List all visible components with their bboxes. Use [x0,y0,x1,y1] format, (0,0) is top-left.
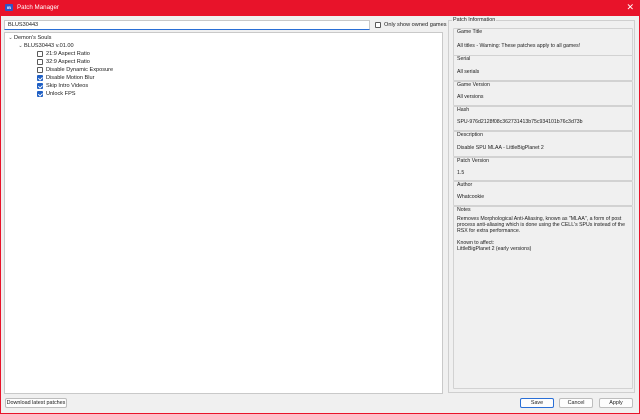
owned-games-toggle[interactable]: Only show owned games [375,21,447,29]
game-version-label: Game Version [457,82,490,88]
download-latest-patches-button[interactable]: Download latest patches [5,398,67,408]
author-label: Author [457,182,473,188]
description-label: Description [457,132,483,138]
patch-label: 32:9 Aspect Ratio [46,59,90,65]
tree-item-patch[interactable]: Unlock FPS [37,90,76,98]
patch-label: Skip Intro Videos [46,83,89,89]
patch-information-title: Patch Information [452,17,497,24]
description-value: Disable SPU MLAA - LittleBigPlanet 2 [457,145,544,151]
patch-checkbox[interactable] [37,91,43,97]
patch-version-group: Patch Version 1.5 [453,157,633,181]
patch-label: Unlock FPS [46,91,76,97]
serial-label: Serial [457,56,471,62]
patch-checkbox[interactable] [37,59,43,65]
owned-games-checkbox[interactable] [375,22,381,28]
chevron-down-icon[interactable]: ⌄ [17,42,24,50]
notes-paragraph: Removes Morphological Anti-Aliasing, kno… [457,216,625,235]
window-title: Patch Manager [17,4,59,11]
patch-version-label: Patch Version [457,158,490,164]
hash-value: SPU-976d2128f08c362731413b75c934101b76c3… [457,119,583,125]
notes-body: Removes Morphological Anti-Aliasing, kno… [457,216,629,252]
tree-item-patch[interactable]: Disable Dynamic Exposure [37,66,113,74]
game-title-value: All titles - Warning: These patches appl… [457,43,581,49]
tree-version-label: BLUS30443 v.01.00 [24,43,74,49]
hash-group: Hash SPU-976d2128f08c362731413b75c934101… [453,106,633,131]
cancel-button[interactable]: Cancel [559,398,593,408]
patch-tree[interactable]: ⌄ Demon's Souls ⌄ BLUS30443 v.01.00 21:9… [4,32,443,394]
serial-group: Serial All serials [453,55,633,81]
serial-value: All serials [457,69,480,75]
patch-checkbox[interactable] [37,83,43,89]
author-value: Whatcookie [457,194,485,200]
tree-item-patch[interactable]: 21:9 Aspect Ratio [37,50,90,58]
patch-checkbox[interactable] [37,51,43,57]
author-group: Author Whatcookie [453,181,633,206]
tree-item-patch[interactable]: Skip Intro Videos [37,82,88,90]
patch-label: Disable Dynamic Exposure [46,67,114,73]
tree-item-patch[interactable]: Disable Motion Blur [37,74,95,82]
game-version-group: Game Version All versions [453,81,633,106]
patch-label: 21:9 Aspect Ratio [46,51,90,57]
title-bar: IB Patch Manager ✕ [0,0,640,16]
notes-label: Notes [457,207,471,213]
tree-game-label: Demon's Souls [14,35,52,41]
tree-item-patch[interactable]: 32:9 Aspect Ratio [37,58,90,66]
save-button[interactable]: Save [520,398,554,408]
chevron-down-icon[interactable]: ⌄ [7,34,14,42]
tree-item-version[interactable]: ⌄ BLUS30443 v.01.00 [17,42,74,50]
notes-group: Notes Removes Morphological Anti-Aliasin… [453,206,633,389]
patch-version-value: 1.5 [457,170,465,176]
patch-checkbox[interactable] [37,67,43,73]
patch-filter-input[interactable] [4,20,370,30]
owned-games-label: Only show owned games [384,22,447,28]
notes-affects-value: LittleBigPlanet 2 (early versions) [457,245,532,252]
patch-checkbox[interactable] [37,75,43,81]
app-icon: IB [5,4,13,11]
patch-label: Disable Motion Blur [46,75,95,81]
patch-information-panel: Patch Information Game Title All titles … [448,17,635,393]
game-version-value: All versions [457,94,484,100]
game-title-label: Game Title [457,29,483,35]
description-group: Description Disable SPU MLAA - LittleBig… [453,131,633,157]
tree-item-game[interactable]: ⌄ Demon's Souls [7,34,51,42]
close-icon[interactable]: ✕ [626,2,634,13]
game-title-group: Game Title All titles - Warning: These p… [453,28,633,56]
apply-button[interactable]: Apply [599,398,633,408]
hash-label: Hash [457,107,470,113]
